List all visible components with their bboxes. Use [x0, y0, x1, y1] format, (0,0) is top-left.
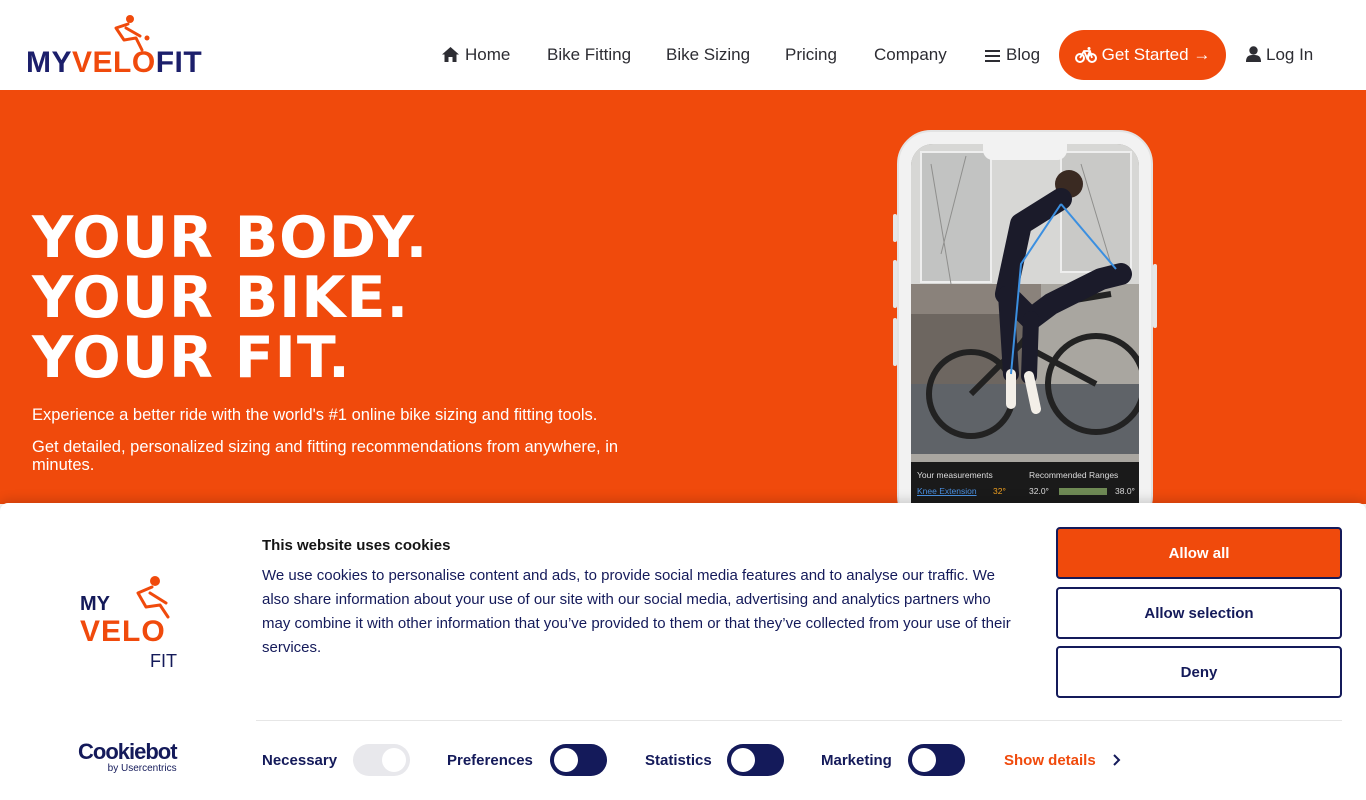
cookie-logo-velo: VELO [80, 615, 166, 648]
login-link[interactable]: Log In [1246, 30, 1313, 80]
cookie-banner: MY VELO FIT This website uses cookies We… [0, 503, 1366, 800]
marketing-toggle[interactable] [908, 744, 965, 776]
statistics-toggle[interactable] [727, 744, 784, 776]
cookie-description: We use cookies to personalise content an… [262, 567, 1011, 656]
nav-blog[interactable]: Blog [985, 30, 1040, 80]
home-icon [442, 47, 459, 62]
hero-title-line-1: YOUR BODY. [32, 205, 429, 271]
logo-my: MY [26, 46, 72, 79]
get-started-label: Get Started → [1101, 45, 1211, 64]
hero-description: Get detailed, personalized sizing and fi… [32, 438, 619, 474]
nav-home[interactable]: Home [442, 30, 510, 80]
myvelofit-logo[interactable]: MYVELOFIT [26, 14, 203, 79]
range-max: 38.0° [1115, 486, 1135, 496]
nav-bike-sizing[interactable]: Bike Sizing [666, 30, 750, 80]
cookie-logo-my: MY [80, 593, 110, 615]
nav-home-label: Home [465, 45, 511, 64]
nav-blog-label: Blog [1006, 45, 1041, 64]
cookie-divider [256, 720, 1342, 721]
cookie-title: This website uses cookies [262, 537, 451, 554]
range-min: 32.0° [1029, 486, 1049, 496]
logo-fit: FIT [155, 46, 203, 79]
get-started-button[interactable]: Get Started → [1059, 30, 1226, 80]
nav-pricing[interactable]: Pricing [785, 30, 837, 80]
myvelofit-cookie-logo: MY VELO FIT [80, 575, 190, 675]
phone-mockup: Your measurements Recommended Ranges Kne… [893, 130, 1157, 504]
phone-screen: Your measurements Recommended Ranges Kne… [911, 144, 1139, 504]
metric-name: Knee Extension [917, 486, 977, 496]
nav-company[interactable]: Company [874, 30, 947, 80]
menu-icon [985, 50, 1000, 62]
cookiebot-logo[interactable]: Cookiebot by Usercentrics [78, 739, 178, 775]
bicycle-icon [1074, 47, 1097, 63]
allow-all-button[interactable]: Allow all [1056, 527, 1342, 579]
cookiebot-by: by Usercentrics [107, 763, 177, 774]
chevron-right-icon [1113, 754, 1121, 766]
cookiebot-name: Cookiebot [78, 739, 178, 764]
range-bar [1059, 488, 1107, 495]
marketing-label: Marketing [821, 752, 892, 769]
allow-selection-button[interactable]: Allow selection [1056, 587, 1342, 639]
measurement-panel: Your measurements Recommended Ranges Kne… [911, 462, 1139, 504]
logo-velo: VELO [72, 46, 156, 79]
necessary-toggle [353, 744, 410, 776]
necessary-label: Necessary [262, 752, 338, 769]
preferences-toggle[interactable] [550, 744, 607, 776]
hero-section: YOUR BODY. YOUR BIKE. YOUR FIT. Experien… [0, 90, 1366, 504]
cookie-logo-fit: FIT [150, 651, 177, 671]
measurements-label: Your measurements [917, 470, 993, 480]
hero-title-line-3: YOUR FIT. [32, 325, 351, 391]
show-details-link[interactable]: Show details [1004, 752, 1122, 769]
show-details-label: Show details [1004, 752, 1096, 769]
site-header: MYVELOFIT Home Bike Fitting Bike Sizing … [0, 0, 1366, 90]
statistics-label: Statistics [645, 752, 712, 769]
metric-value: 32° [993, 486, 1006, 496]
ranges-label: Recommended Ranges [1029, 470, 1119, 480]
cyclist-photo [911, 144, 1139, 504]
user-icon [1246, 46, 1261, 62]
nav-bike-fitting[interactable]: Bike Fitting [547, 30, 631, 80]
preferences-label: Preferences [447, 752, 533, 769]
login-label: Log In [1266, 45, 1314, 64]
hero-subtitle: Experience a better ride with the world'… [32, 406, 598, 424]
deny-button[interactable]: Deny [1056, 646, 1342, 698]
hero-title: YOUR BODY. YOUR BIKE. YOUR FIT. [32, 208, 428, 388]
hero-title-line-2: YOUR BIKE. [32, 265, 410, 331]
